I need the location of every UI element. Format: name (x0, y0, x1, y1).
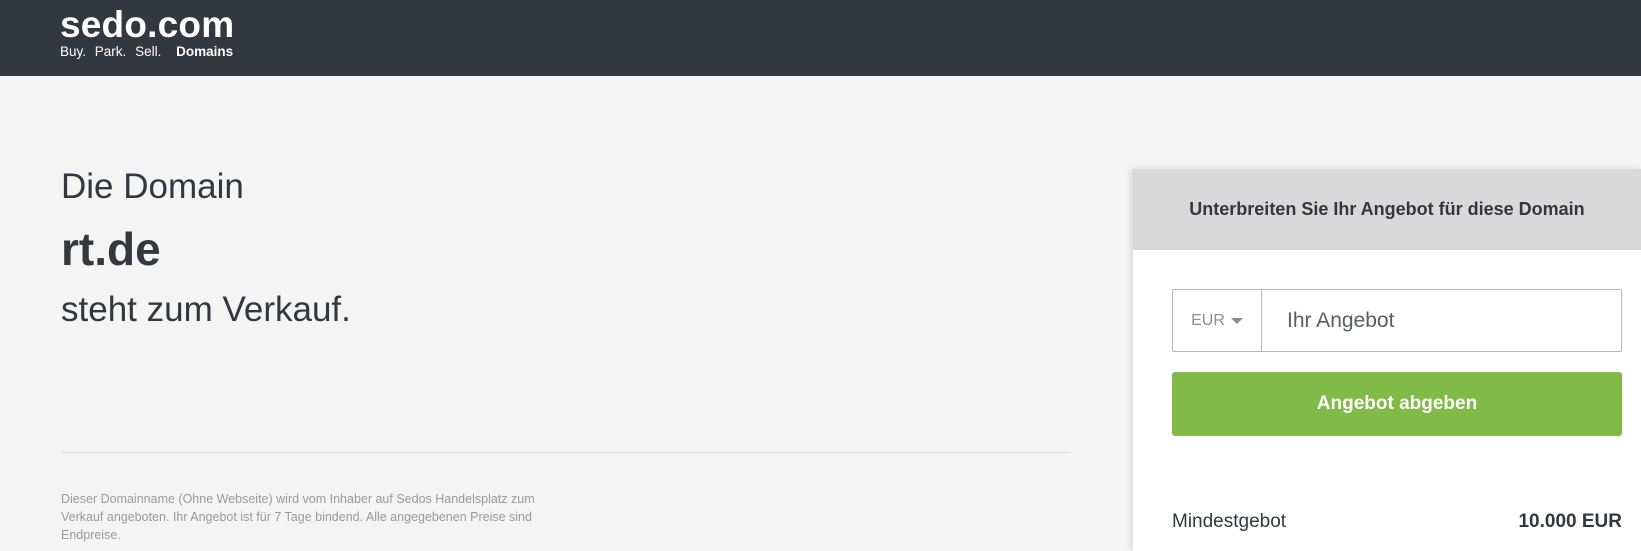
minimum-bid-value: 10.000 EUR (1518, 511, 1622, 532)
logo-tagline: Buy. Park. Sell. Domains (60, 45, 234, 59)
chevron-down-icon (1230, 317, 1243, 324)
tagline-buy: Buy. (60, 44, 87, 59)
intro-line-for-sale: steht zum Verkauf. (61, 290, 351, 329)
offer-form: EUR Angebot abgeben (1172, 289, 1622, 436)
domain-intro: Die Domain rt.de steht zum Verkauf. (61, 165, 351, 332)
offer-card: Unterbreiten Sie Ihr Angebot für diese D… (1133, 169, 1641, 551)
minimum-bid-label: Mindestgebot (1172, 511, 1287, 532)
disclaimer-text: Dieser Domainname (Ohne Webseite) wird v… (61, 492, 535, 542)
currency-value: EUR (1191, 311, 1225, 329)
minimum-bid-row: Mindestgebot 10.000 EUR (1172, 511, 1622, 533)
tagline-domains: Domains (176, 44, 234, 59)
offer-card-heading: Unterbreiten Sie Ihr Angebot für diese D… (1133, 169, 1641, 250)
submit-offer-button[interactable]: Angebot abgeben (1172, 372, 1622, 436)
offer-amount-input[interactable] (1262, 290, 1621, 351)
tagline-park: Park. (94, 44, 127, 59)
content-divider (61, 452, 1071, 453)
domain-name-title: rt.de (61, 223, 161, 275)
logo-wordmark: sedo.com (60, 4, 235, 45)
tagline-sell: Sell. (135, 44, 162, 59)
top-header: sedo.com Buy. Park. Sell. Domains (0, 0, 1641, 76)
sedo-logo[interactable]: sedo.com Buy. Park. Sell. Domains (60, 6, 234, 59)
currency-select[interactable]: EUR (1173, 290, 1262, 351)
intro-line-die-domain: Die Domain (61, 167, 244, 206)
offer-input-group: EUR (1172, 289, 1622, 352)
